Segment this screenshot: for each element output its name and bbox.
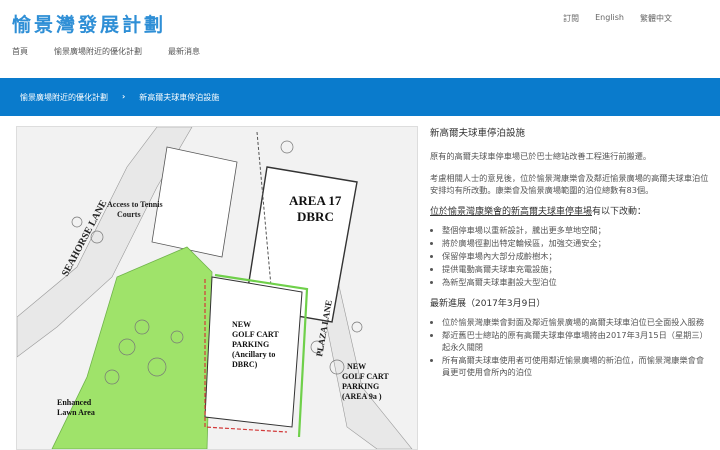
list-item: 提供電動高爾夫球車充電設施；: [442, 263, 710, 275]
label-dbrc: DBRC: [297, 209, 334, 224]
nav-enhancement-plan[interactable]: 愉景廣場附近的優化計劃: [54, 46, 142, 57]
svg-text:(AREA 9a ): (AREA 9a ): [342, 392, 382, 401]
subhead-changes: 位於愉景灣康樂會的新高爾夫球車停車場有以下改動：: [430, 206, 710, 218]
svg-text:GOLF CART: GOLF CART: [232, 330, 279, 339]
article-heading: 新高爾夫球車停泊設施: [430, 128, 526, 139]
svg-text:NEW: NEW: [232, 320, 251, 329]
subhead-rest: 有以下改動：: [592, 207, 647, 217]
utility-links: 訂閱 English 繁體中文: [563, 13, 672, 24]
list-item: 所有高爾夫球車使用者可使用鄰近愉景廣場的新泊位，而愉景灣康樂會會員更可使用會所內…: [442, 354, 710, 378]
main-nav: 首頁 愉景廣場附近的優化計劃 最新消息: [12, 46, 200, 57]
subscribe-link[interactable]: 訂閱: [563, 13, 579, 24]
paragraph-1: 原有的高爾夫球車停車場已於巴士總站改善工程進行前搬遷。: [430, 151, 652, 161]
list-item: 保留停車場內大部分成齡樹木；: [442, 250, 710, 262]
svg-text:PARKING: PARKING: [342, 382, 379, 391]
breadcrumb-separator: ›: [122, 92, 126, 101]
svg-text:Lawn Area: Lawn Area: [57, 408, 95, 417]
top-bar: 愉景灣發展計劃 訂閱 English 繁體中文: [0, 0, 720, 38]
svg-text:NEW: NEW: [347, 362, 366, 371]
label-tennis-access-1: Access to Tennis: [107, 200, 163, 209]
list-item: 為新型高爾夫球車劃設大型泊位: [442, 276, 710, 288]
paragraph-2: 考慮相關人士的意見後，位於愉景灣康樂會及鄰近愉景廣場的高爾夫球車泊位安排均有所改…: [430, 173, 709, 195]
svg-text:(Ancillary to: (Ancillary to: [232, 350, 275, 359]
svg-text:PARKING: PARKING: [232, 340, 269, 349]
label-golf-parking-b: NEW GOLF CART PARKING (AREA 9a ): [342, 362, 389, 401]
list-item: 將於廣場徑劃出特定輪候區，加強交通安全；: [442, 237, 710, 249]
label-enhanced-lawn: Enhanced Lawn Area: [57, 398, 95, 417]
list-item: 鄰近舊巴士總站的原有高爾夫球車停車場將由2017年3月15日（星期三）起永久關閉: [442, 329, 710, 353]
breadcrumb: 愉景廣場附近的優化計劃 › 新高爾夫球車停泊設施: [20, 92, 219, 103]
subhead-underlined: 位於愉景灣康樂會的新高爾夫球車停車場: [430, 207, 593, 217]
breadcrumb-item-current: 新高爾夫球車停泊設施: [139, 93, 220, 102]
latest-list: 位於愉景灣康樂會對面及鄰近愉景廣場的高爾夫球車泊位已全面投入服務 鄰近舊巴士總站…: [430, 316, 710, 378]
svg-text:GOLF CART: GOLF CART: [342, 372, 389, 381]
tennis-court-building: [151, 146, 238, 258]
site-title[interactable]: 愉景灣發展計劃: [12, 10, 166, 37]
english-link[interactable]: English: [595, 13, 624, 24]
nav-latest-news[interactable]: 最新消息: [168, 46, 200, 57]
breadcrumb-item-plan[interactable]: 愉景廣場附近的優化計劃: [20, 92, 108, 103]
label-area17: AREA 17: [289, 193, 342, 208]
svg-text:Enhanced: Enhanced: [57, 398, 92, 407]
changes-list: 整個停車場以重新設計，騰出更多草地空間； 將於廣場徑劃出特定輪候區，加強交通安全…: [430, 224, 710, 288]
latest-heading: 最新進展（2017年3月9日）: [430, 299, 546, 309]
map-svg: SEAHORSE LANE Access to Tennis Courts AR…: [17, 127, 413, 449]
list-item: 整個停車場以重新設計，騰出更多草地空間；: [442, 224, 710, 236]
traditional-chinese-link[interactable]: 繁體中文: [640, 13, 672, 24]
article-content: 新高爾夫球車停泊設施 原有的高爾夫球車停車場已於巴士總站改善工程進行前搬遷。 考…: [430, 126, 710, 384]
svg-text:DBRC): DBRC): [232, 360, 258, 369]
nav-home[interactable]: 首頁: [12, 46, 28, 57]
site-plan-map: SEAHORSE LANE Access to Tennis Courts AR…: [16, 126, 418, 450]
list-item: 位於愉景灣康樂會對面及鄰近愉景廣場的高爾夫球車泊位已全面投入服務: [442, 316, 710, 328]
label-tennis-access-2: Courts: [117, 210, 141, 219]
